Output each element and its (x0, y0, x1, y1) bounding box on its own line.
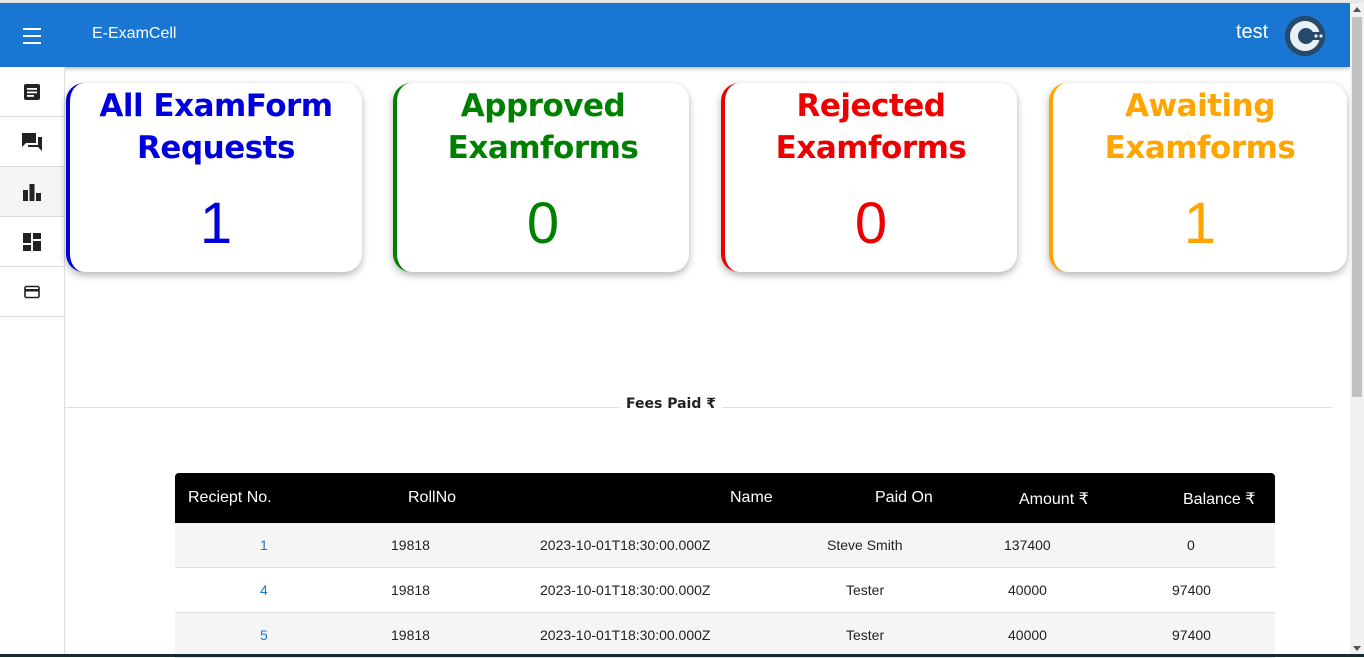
receipt-link[interactable]: 4 (260, 582, 268, 598)
column-header[interactable]: Paid On (875, 489, 933, 507)
card-title-line: All ExamForm (99, 88, 333, 124)
table-cell: 19818 (391, 537, 430, 553)
table-row: 5 19818 2023-10-01T18:30:00.000Z Tester … (175, 613, 1275, 658)
app-bar: E-ExamCell test (0, 3, 1350, 67)
fees-divider: Fees Paid ₹ (65, 394, 1333, 420)
table-cell: 19818 (391, 627, 430, 643)
vertical-scrollbar[interactable] (1350, 3, 1364, 655)
column-header[interactable]: RollNo (408, 489, 456, 507)
table-cell: 97400 (1172, 582, 1211, 598)
card-approved[interactable]: Approved Examforms 0 (393, 83, 689, 272)
fees-table: Reciept No. RollNo Name Paid On Amount ₹… (175, 473, 1275, 658)
card-title-line: Rejected (796, 88, 946, 124)
fees-paid-label: Fees Paid ₹ (620, 396, 722, 412)
table-cell: 2023-10-01T18:30:00.000Z (540, 582, 711, 598)
card-all-requests[interactable]: All ExamForm Requests 1 (66, 83, 362, 272)
column-header[interactable]: Reciept No. (188, 489, 272, 507)
card-title-line: Requests (137, 130, 295, 166)
card-count: 0 (854, 191, 888, 256)
table-cell: 137400 (1004, 537, 1051, 553)
table-cell: 40000 (1008, 627, 1047, 643)
table-cell: 40000 (1008, 582, 1047, 598)
scroll-up-arrow-icon[interactable] (1353, 7, 1361, 12)
app-title: E-ExamCell (92, 25, 177, 42)
card-count: 1 (199, 191, 233, 256)
table-cell: Tester (846, 582, 885, 598)
card-title: All ExamForm Requests (70, 85, 362, 169)
card-count: 1 (1183, 191, 1217, 256)
card-title: Rejected Examforms (725, 85, 1017, 169)
user-name: test (1236, 21, 1269, 43)
column-header[interactable]: Amount ₹ (1019, 489, 1089, 509)
hamburger-icon[interactable] (20, 23, 44, 47)
card-title-line: Examforms (447, 130, 639, 166)
sidebar-item-chat[interactable] (0, 117, 64, 167)
card-title-line: Examforms (1104, 130, 1296, 166)
user-avatar[interactable] (1285, 16, 1325, 56)
table-cell: Steve Smith (827, 537, 903, 553)
card-title: Approved Examforms (397, 85, 689, 169)
table-cell: 2023-10-01T18:30:00.000Z (540, 537, 711, 553)
sidebar-item-payments[interactable] (0, 267, 64, 317)
chat-icon (22, 132, 42, 151)
sidebar-item-dashboard[interactable] (0, 217, 64, 267)
receipt-link[interactable]: 1 (260, 537, 268, 553)
card-rejected[interactable]: Rejected Examforms 0 (721, 83, 1017, 272)
sidebar-item-stats[interactable] (0, 167, 64, 217)
table-cell: 19818 (391, 582, 430, 598)
table-cell: 97400 (1172, 627, 1211, 643)
card-count: 0 (526, 191, 560, 256)
column-header[interactable]: Name (730, 489, 773, 507)
receipt-link[interactable]: 5 (260, 627, 268, 643)
card-title: Awaiting Examforms (1053, 85, 1347, 169)
table-cell: 0 (1187, 537, 1195, 553)
dashboard-icon (23, 232, 41, 251)
card-awaiting[interactable]: Awaiting Examforms 1 (1049, 83, 1347, 272)
column-header[interactable]: Balance ₹ (1183, 489, 1255, 509)
card-title-line: Awaiting (1125, 88, 1275, 124)
sidebar-item-forms[interactable] (0, 67, 64, 117)
scroll-thumb[interactable] (1352, 17, 1362, 397)
table-row: 4 19818 2023-10-01T18:30:00.000Z Tester … (175, 568, 1275, 613)
table-cell: 2023-10-01T18:30:00.000Z (540, 627, 711, 643)
sidebar (0, 67, 65, 657)
form-icon (24, 83, 40, 100)
card-title-line: Examforms (775, 130, 967, 166)
card-icon (24, 285, 40, 298)
table-header: Reciept No. RollNo Name Paid On Amount ₹… (175, 473, 1275, 523)
table-cell: Tester (846, 627, 885, 643)
bar-chart-icon (23, 183, 41, 201)
card-title-line: Approved (460, 88, 626, 124)
scroll-down-arrow-icon[interactable] (1353, 646, 1361, 651)
table-row: 1 19818 2023-10-01T18:30:00.000Z Steve S… (175, 523, 1275, 568)
